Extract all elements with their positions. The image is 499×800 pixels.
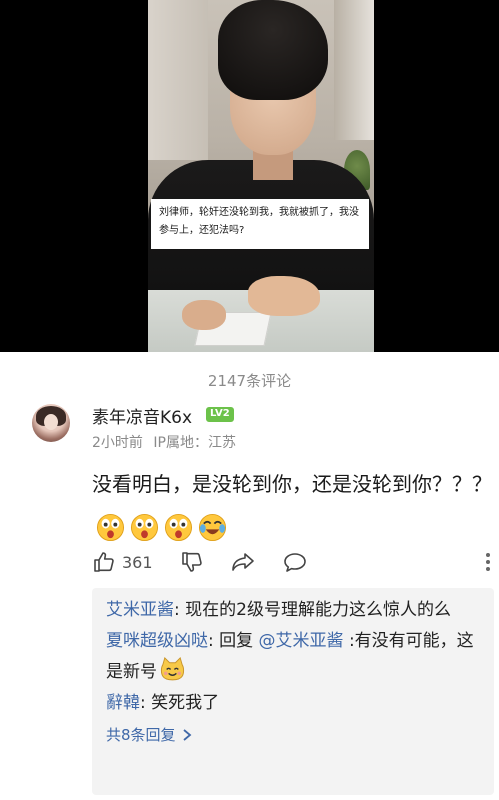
comment-count: 2147条评论 xyxy=(207,372,292,390)
shocked-face-emoji xyxy=(130,513,159,542)
share-button[interactable] xyxy=(230,549,256,575)
reply-button[interactable] xyxy=(282,549,308,575)
comment-time: 2小时前 xyxy=(92,435,143,451)
comment-username[interactable]: 素年凉音K6x xyxy=(92,403,192,428)
thumbs-down-icon xyxy=(182,552,202,572)
view-more-replies-link[interactable]: 共8条回复 xyxy=(106,720,480,750)
avatar[interactable] xyxy=(32,404,70,442)
comments-panel: 2147条评论 素年凉音K6x LV2 2小时前 IP属地：江苏 没看明白，是没… xyxy=(0,352,499,800)
person-hair xyxy=(218,0,328,100)
dislike-button[interactable] xyxy=(180,549,204,575)
comment-ip-location: IP属地：江苏 xyxy=(153,435,236,451)
comment-meta: 2小时前 IP属地：江苏 xyxy=(92,432,242,452)
comment-icon xyxy=(284,553,306,572)
comment-text: 没看明白，是没轮到你，还是没轮到你？？？ xyxy=(92,466,492,544)
person-hand xyxy=(248,276,320,316)
crying-laughing-emoji xyxy=(198,513,227,542)
thumbs-up-icon xyxy=(94,552,114,572)
level-badge: LV2 xyxy=(206,407,234,422)
reply-item[interactable]: 艾米亚酱: 现在的2级号理解能力这么惊人的么 xyxy=(106,596,480,625)
video-caption: 刘律师，轮奸还没轮到我，我就被抓了，我没参与上，还犯法吗? xyxy=(151,199,369,249)
like-count: 361 xyxy=(122,552,153,572)
video-player[interactable]: 刘律师，轮奸还没轮到我，我就被抓了，我没参与上，还犯法吗? xyxy=(0,0,499,352)
chevron-right-icon xyxy=(183,729,192,741)
more-vertical-icon[interactable] xyxy=(485,550,491,574)
emoji-row xyxy=(96,508,232,544)
reply-item[interactable]: 夏咪超级凶哒: 回复 @艾米亚酱 :有没有可能，这是新号 xyxy=(106,627,480,687)
reply-prefix: 回复 xyxy=(219,631,259,651)
like-button[interactable]: 361 xyxy=(92,549,153,575)
shocked-face-emoji xyxy=(96,513,125,542)
reply-item[interactable]: 辭韓: 笑死我了 xyxy=(106,689,480,718)
reply-text: 现在的2级号理解能力这么惊人的么 xyxy=(185,600,451,620)
reply-username[interactable]: 艾米亚酱 xyxy=(106,600,174,620)
comment-actions: 361 xyxy=(92,547,492,577)
reply-mention[interactable]: @艾米亚酱 xyxy=(259,631,344,651)
video-frame xyxy=(148,0,374,352)
reply-username[interactable]: 夏咪超级凶哒 xyxy=(106,631,208,651)
reply-username[interactable]: 辭韓 xyxy=(106,693,140,713)
reply-text: 笑死我了 xyxy=(151,693,220,713)
shocked-face-emoji xyxy=(164,513,193,542)
cat-face-emoji xyxy=(160,657,185,681)
share-icon xyxy=(232,553,254,571)
reply-thread: 艾米亚酱: 现在的2级号理解能力这么惊人的么 夏咪超级凶哒: 回复 @艾米亚酱 … xyxy=(92,588,494,795)
